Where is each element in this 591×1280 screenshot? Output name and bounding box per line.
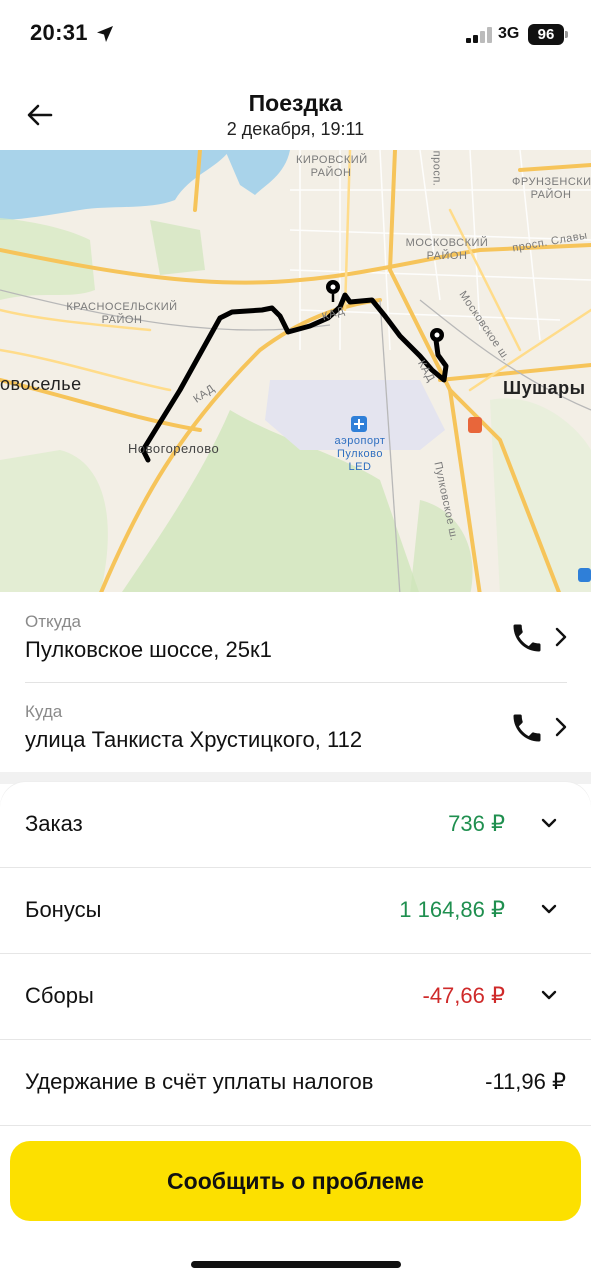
address-to-row[interactable]: Куда улица Танкиста Хрустицкого, 112 <box>25 682 570 772</box>
map-label-krasnoselsky: КРАСНОСЕЛЬСКИЙ РАЙОН <box>66 301 178 326</box>
from-address: Пулковское шоссе, 25к1 <box>25 637 272 662</box>
tax-row: Удержание в счёт уплаты налогов -11,96 ₽ <box>0 1040 591 1126</box>
fees-label: Сборы <box>25 983 94 1008</box>
phone-icon[interactable] <box>509 620 545 656</box>
page-header: Поездка 2 декабря, 19:11 <box>0 78 591 148</box>
map-label-kirovsky: КИРОВСКИЙ РАЙОН <box>296 154 368 179</box>
battery-icon: 96 <box>528 24 564 45</box>
map-label-airport: аэропорт Пулково LED <box>334 435 386 473</box>
map-pin-icon <box>326 280 340 302</box>
order-row[interactable]: Заказ 736 ₽ <box>0 782 591 868</box>
signal-icon <box>466 27 492 43</box>
fees-value: -47,66 ₽ <box>422 983 506 1008</box>
bonuses-label: Бонусы <box>25 897 102 922</box>
to-address: улица Танкиста Хрустицкого, 112 <box>25 727 363 752</box>
location-arrow-icon <box>97 26 113 42</box>
order-label: Заказ <box>25 811 83 836</box>
metro-icon <box>578 568 591 582</box>
map-label-shushary: Шушары <box>503 378 586 398</box>
tax-value: -11,96 ₽ <box>485 1069 566 1094</box>
home-indicator <box>191 1261 401 1268</box>
from-label: Откуда <box>25 612 81 631</box>
chevron-right-icon[interactable] <box>552 626 570 648</box>
bonuses-row[interactable]: Бонусы 1 164,86 ₽ <box>0 868 591 954</box>
chevron-down-icon[interactable] <box>540 902 558 916</box>
divider <box>25 682 567 683</box>
fees-row[interactable]: Сборы -47,66 ₽ <box>0 954 591 1040</box>
map-label-frunzensky: ФРУНЗЕНСКИЙ РАЙОН <box>512 176 591 201</box>
page-subtitle: 2 декабря, 19:11 <box>226 119 365 139</box>
page-title: Поездка <box>248 90 343 116</box>
map-label-moskovsky: МОСКОВСКИЙ РАЙОН <box>405 237 489 262</box>
network-type: 3G <box>498 25 520 42</box>
map-label-voselye: овоселье <box>0 374 82 394</box>
airport-icon <box>351 416 367 432</box>
route-map[interactable]: КИРОВСКИЙ РАЙОН ФРУНЗЕНСКИЙ РАЙОН МОСКОВ… <box>0 150 591 595</box>
address-from-row[interactable]: Откуда Пулковское шоссе, 25к1 <box>25 592 570 682</box>
map-pin-icon <box>430 328 444 350</box>
map-label-prosp: просп. <box>430 150 443 187</box>
status-bar: 20:31 3G 96 <box>0 0 591 70</box>
chevron-right-icon[interactable] <box>552 716 570 738</box>
report-problem-button[interactable]: Сообщить о проблеме <box>10 1141 581 1221</box>
map-label-nevogorelovo: Новогорелово <box>128 441 220 456</box>
divider <box>0 1125 591 1126</box>
chevron-down-icon[interactable] <box>540 816 558 830</box>
map-canvas <box>0 150 591 595</box>
tax-label: Удержание в счёт уплаты налогов <box>25 1069 374 1094</box>
finance-card: Заказ 736 ₽ Бонусы 1 164,86 ₽ Сборы -47,… <box>0 782 591 1132</box>
status-time: 20:31 <box>30 20 88 45</box>
order-value: 736 ₽ <box>448 811 505 836</box>
chevron-down-icon[interactable] <box>540 988 558 1002</box>
bonuses-value: 1 164,86 ₽ <box>399 897 505 922</box>
battery-tip <box>565 31 568 38</box>
to-label: Куда <box>25 702 63 721</box>
phone-icon[interactable] <box>509 710 545 746</box>
gas-station-icon <box>468 417 482 433</box>
